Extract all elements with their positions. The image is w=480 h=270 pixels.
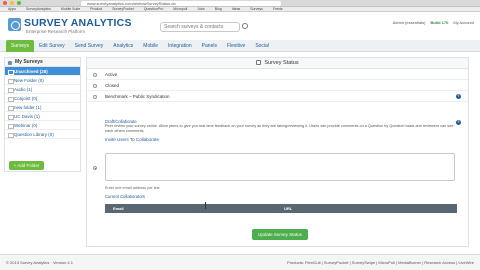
sidebar-folder-item[interactable]: New Folder (0) <box>5 76 80 85</box>
survey-status-panel: Survey Status Active Closed Benchmark – Pu… <box>86 57 469 247</box>
help-icon[interactable]: ? <box>456 120 461 125</box>
copyright: © 2013 Survey Analytics · Version 4.1 <box>6 260 73 265</box>
update-survey-status-button[interactable]: Update Survey Status <box>252 229 308 240</box>
tab-analytics[interactable]: Analytics <box>108 40 138 52</box>
panel-title: Survey Status <box>264 60 299 66</box>
sidebar-list: Unarchived (28) New Folder (0) Audio (1) Co… <box>5 67 80 139</box>
bookmark-item[interactable]: Feeds <box>273 7 283 11</box>
tab-surveys[interactable]: Surveys <box>6 39 35 52</box>
status-label: Closed <box>105 83 120 88</box>
column-url[interactable]: URL <box>276 206 292 211</box>
sidebar-folder-item[interactable]: UC Davis (1) <box>5 112 80 121</box>
sidebar-folder-item[interactable]: Unarchived (28) <box>5 67 80 76</box>
collaborators-table-header: Email URL <box>105 204 457 213</box>
status-radio[interactable] <box>93 72 97 77</box>
invite-emails-textarea[interactable] <box>105 153 455 181</box>
status-options: Active Closed Benchmark – Public Syndicati… <box>87 69 468 102</box>
tab-panels[interactable]: Panels <box>197 40 222 52</box>
address-bar[interactable]: www.surveyanalytics.com/a/showSurveyStat… <box>81 0 281 6</box>
panel-header: Survey Status <box>87 58 468 69</box>
logo-tagline: Enterprise Research Platform <box>26 29 86 34</box>
invite-users-link[interactable]: Invite Users To Collaborate <box>105 137 159 142</box>
help-icon[interactable]: ? <box>456 94 461 99</box>
bookmark-item[interactable]: Micropoll <box>173 7 187 11</box>
sidebar-folder-item[interactable]: Conjoint (0) <box>5 94 80 103</box>
main-nav: Surveys Edit Survey Send Survey Analytics Mo… <box>0 39 480 52</box>
search-input[interactable] <box>160 22 240 32</box>
mouse-cursor-icon <box>205 202 207 209</box>
footer: © 2013 Survey Analytics · Version 4.1 Pr… <box>0 254 480 270</box>
logo-icon <box>8 18 21 31</box>
bookmark-item[interactable]: Surveys <box>250 7 263 11</box>
status-radio[interactable] <box>93 94 97 99</box>
my-account-link[interactable]: My Account <box>453 20 474 25</box>
add-folder-button[interactable]: + Add Folder <box>9 161 44 170</box>
status-radio[interactable] <box>93 83 97 88</box>
column-email[interactable]: Email <box>105 206 124 211</box>
bookmark-item[interactable]: Blog <box>215 7 222 11</box>
product-links[interactable]: Products: FlexiCult | SurveyPocket | Sur… <box>287 260 474 265</box>
minimize-window-icon[interactable] <box>10 1 14 5</box>
status-option-row[interactable]: Active <box>87 69 468 80</box>
search-icon[interactable] <box>242 23 248 29</box>
status-option-row[interactable]: Benchmark – Public Syndication? <box>87 91 468 102</box>
sidebar-folder-item[interactable]: Webinar (0) <box>5 121 80 130</box>
user-name[interactable]: Admin (essentials) <box>393 20 426 25</box>
status-label: Benchmark – Public Syndication <box>105 94 170 99</box>
close-window-icon[interactable] <box>3 1 7 5</box>
draft-radio[interactable] <box>93 166 97 170</box>
browser-titlebar: www.surveyanalytics.com/a/showSurveyStat… <box>0 0 480 7</box>
sidebar-folder-item[interactable]: Question Library (0) <box>5 130 80 139</box>
bookmark-item[interactable]: Product <box>90 7 102 11</box>
bookmark-item[interactable]: SurveyAnalytics <box>26 7 51 11</box>
bookmark-item[interactable]: Mobile Suite <box>61 7 80 11</box>
email-hint: Enter one email address per line <box>105 186 160 190</box>
tab-social[interactable]: Social <box>250 40 274 52</box>
bookmark-item[interactable]: QuestionPro <box>144 7 163 11</box>
tab-mobile[interactable]: Mobile <box>138 40 163 52</box>
tab-flexitive[interactable]: Flexitive <box>222 40 250 52</box>
status-label: Active <box>105 72 118 77</box>
bookmark-item[interactable]: Ideas <box>232 7 241 11</box>
maximize-window-icon[interactable] <box>17 1 21 5</box>
draft-collaborate-section: Draft/Collaborate Peer review your surve… <box>87 117 468 220</box>
tab-send-survey[interactable]: Send Survey <box>70 40 109 52</box>
sidebar-title: My Surveys <box>5 58 80 67</box>
plan-badge: Build 170 <box>430 20 449 25</box>
draft-description: Peer review your survey online. Allow pe… <box>105 124 454 133</box>
logo[interactable]: SURVEY ANALYTICS <box>24 17 132 29</box>
status-option-row[interactable]: Closed <box>87 80 468 91</box>
user-links: Admin (essentials) Build 170 My Account <box>393 20 474 25</box>
sidebar: My Surveys Unarchived (28) New Folder (0)… <box>4 57 81 172</box>
sidebar-folder-item[interactable]: new folder (1) <box>5 103 80 112</box>
sidebar-folder-item[interactable]: Audio (1) <box>5 85 80 94</box>
bookmark-item[interactable]: Jobs <box>197 7 204 11</box>
bookmark-item[interactable]: Apps <box>8 7 16 11</box>
bookmark-item[interactable]: SurveyPocket <box>112 7 134 11</box>
tab-integration[interactable]: Integration <box>163 40 197 52</box>
tab-edit-survey[interactable]: Edit Survey <box>34 40 70 52</box>
bookmarks-bar: Apps SurveyAnalytics Mobile Suite Product Su… <box>0 7 480 12</box>
app-header: SURVEY ANALYTICS Enterprise Research Pla… <box>0 13 480 40</box>
status-icon <box>256 60 262 66</box>
current-collaborators-title: Current Collaborators <box>105 194 146 199</box>
